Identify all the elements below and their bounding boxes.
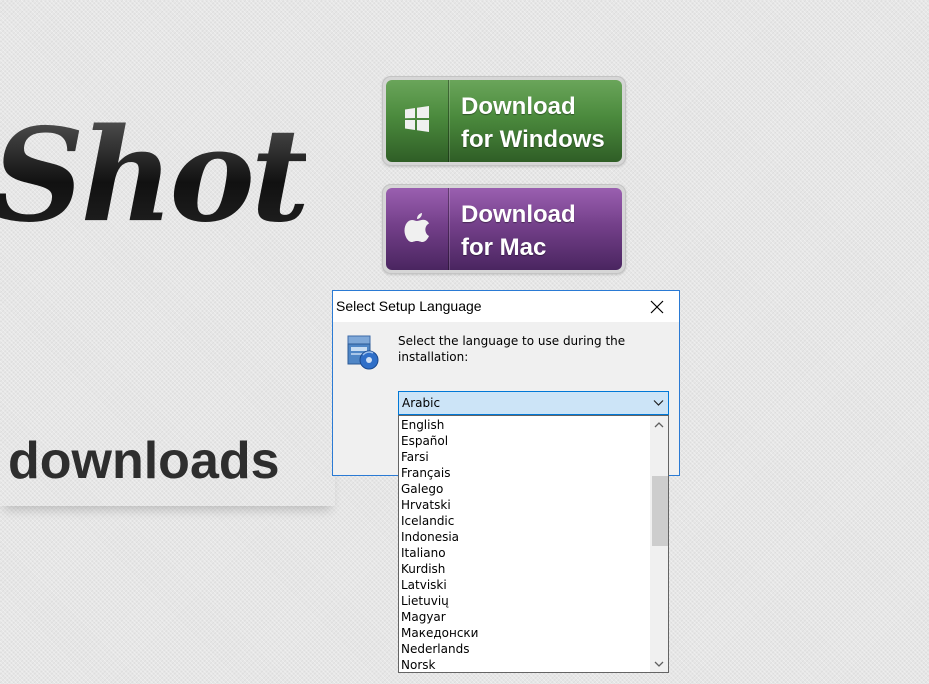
chevron-down-icon [654, 661, 664, 667]
dialog-title: Select Setup Language [336, 298, 482, 314]
language-dropdown-list[interactable]: English Español Farsi Français Galego Hrvatsk… [398, 415, 669, 673]
language-option[interactable]: Italiano [399, 545, 649, 561]
language-option[interactable]: Nederlands [399, 641, 649, 657]
download-windows-button-face[interactable]: Download for Windows [386, 80, 622, 162]
logo-wordmark: Shot [0, 112, 310, 240]
dialog-prompt: Select the language to use during the in… [398, 334, 626, 364]
apple-logo-icon [403, 211, 431, 247]
language-option[interactable]: Latviski [399, 577, 649, 593]
setup-installer-icon [345, 333, 381, 371]
language-option[interactable]: Kurdish [399, 561, 649, 577]
language-option[interactable]: Македонски [399, 625, 649, 641]
scroll-down-button[interactable] [650, 655, 668, 672]
download-mac-label-line2: for Mac [461, 234, 547, 261]
language-option[interactable]: Icelandic [399, 513, 649, 529]
language-select[interactable]: Arabic [398, 391, 669, 415]
download-mac-button-face[interactable]: Download for Mac [386, 188, 622, 270]
download-windows-button[interactable]: Download for Windows [382, 76, 626, 166]
chevron-up-icon [654, 421, 664, 427]
chevron-down-icon[interactable] [653, 397, 664, 411]
download-mac-button[interactable]: Download for Mac [382, 184, 626, 274]
download-mac-label-line1: Download [461, 201, 576, 228]
language-option[interactable]: Magyar [399, 609, 649, 625]
close-button[interactable] [635, 291, 679, 322]
language-option[interactable]: Galego [399, 481, 649, 497]
language-option[interactable]: Hrvatski [399, 497, 649, 513]
section-heading: downloads [8, 432, 280, 490]
windows-logo-icon [402, 104, 432, 138]
language-option[interactable]: English [399, 417, 649, 433]
language-option[interactable]: Español [399, 433, 649, 449]
language-select-value: Arabic [402, 396, 441, 410]
scrollbar-thumb[interactable] [652, 476, 668, 546]
download-windows-label-line1: Download [461, 93, 576, 120]
download-windows-label-line2: for Windows [461, 126, 605, 153]
language-options: English Español Farsi Français Galego Hrvatsk… [399, 417, 649, 672]
language-option[interactable]: Farsi [399, 449, 649, 465]
language-option[interactable]: Norsk [399, 657, 649, 672]
download-mac-label: Download for Mac [461, 198, 576, 264]
dropdown-scrollbar[interactable] [650, 416, 668, 672]
download-mac-icon-cell [386, 188, 449, 270]
language-option[interactable]: Français [399, 465, 649, 481]
dialog-titlebar[interactable]: Select Setup Language [333, 291, 679, 322]
language-option[interactable]: Indonesia [399, 529, 649, 545]
download-windows-icon-cell [386, 80, 449, 162]
close-icon [650, 300, 664, 313]
language-option[interactable]: Lietuvių [399, 593, 649, 609]
download-windows-label: Download for Windows [461, 90, 605, 156]
scroll-up-button[interactable] [650, 416, 668, 433]
